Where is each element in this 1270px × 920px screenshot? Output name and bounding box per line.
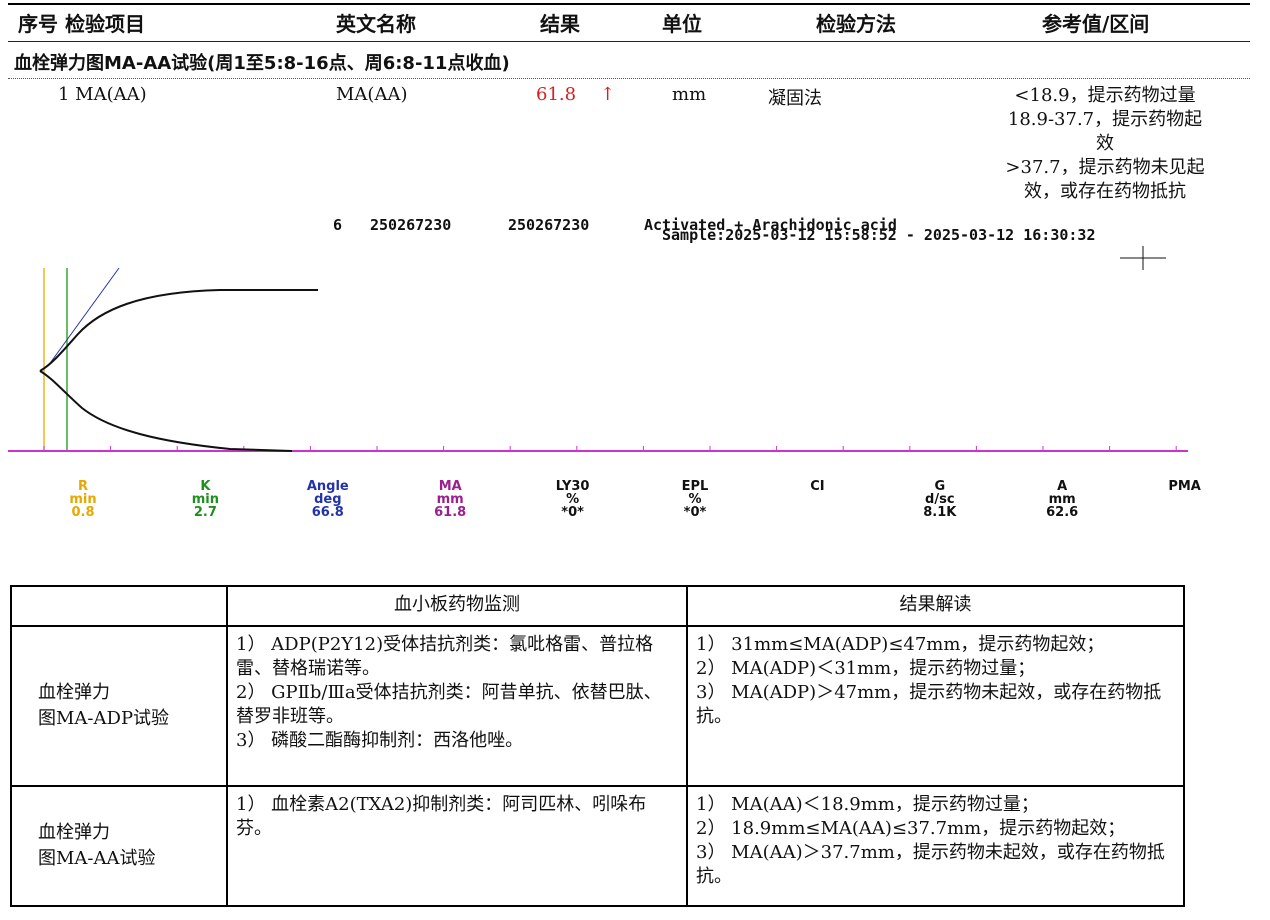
teg-upper-trace	[39, 289, 318, 372]
teg-tracing	[8, 246, 1188, 452]
teg-metric-value: 62.6	[1046, 505, 1079, 520]
reading-item: 3） MA(AA)＞37.7mm，提示药物未起效，或存在药物抵抗。	[696, 842, 1165, 887]
teg-channel: 6	[333, 216, 343, 234]
result-item: 1 MA(AA)	[58, 84, 147, 105]
table-header-reading: 结果解读	[686, 585, 1185, 627]
reading-item: 2） MA(ADP)＜31mm，提示药物过量；	[696, 658, 1036, 679]
reading-item: 1） 31mm≤MA(ADP)≤47mm，提示药物起效；	[696, 634, 1105, 655]
reference-line: <18.9，提示药物过量	[1014, 85, 1196, 106]
teg-metric-value: 2.7	[193, 505, 217, 520]
teg-metric-name: CI	[810, 479, 825, 494]
reference-line: 效	[1096, 133, 1114, 154]
teg-angle-tangent-line	[47, 267, 120, 367]
reading-item: 3） MA(ADP)＞47mm，提示药物未起效，或存在药物抵抗。	[696, 682, 1162, 727]
teg-id-2: 250267230	[508, 216, 590, 234]
header-method: 检验方法	[816, 12, 896, 36]
category-line: 血栓弹力	[38, 822, 110, 843]
reference-line: 18.9-37.7，提示药物起	[1007, 109, 1203, 130]
table-header-blank	[10, 585, 228, 627]
category-line: 图MA-ADP试验	[38, 708, 170, 729]
result-english-name: MA(AA)	[336, 84, 408, 105]
teg-metric-epl: EPL% *0*	[650, 480, 740, 519]
section-title: 血栓弹力图MA-AA试验(周1至5:8-16点、周6:8-11点收血)	[14, 53, 510, 74]
teg-metric-ma: MA mm 61.8	[405, 480, 495, 519]
table-row: 血栓弹力 图MA-AA试验 1） 血栓素A2(TXA2)抑制剂类：阿司匹林、吲哚…	[10, 785, 1185, 907]
header-result: 结果	[540, 12, 580, 36]
table-category-cell: 血栓弹力 图MA-AA试验	[10, 785, 228, 907]
result-method: 凝固法	[768, 88, 822, 109]
teg-metric-value: 61.8	[434, 505, 467, 520]
table-category-cell: 血栓弹力 图MA-ADP试验	[10, 625, 228, 787]
section-dotted-rule	[8, 78, 1250, 79]
top-rule	[8, 3, 1250, 5]
table-reading-cell: 1） 31mm≤MA(ADP)≤47mm，提示药物起效； 2） MA(ADP)＜…	[686, 625, 1185, 787]
header-english-name: 英文名称	[336, 12, 416, 36]
teg-metric-value: *0*	[561, 505, 584, 520]
teg-metric-g: Gd/sc 8.1K	[895, 480, 985, 519]
header-reference: 参考值/区间	[1042, 12, 1150, 36]
teg-metric-ly30: LY30% *0*	[528, 480, 618, 519]
teg-metric-value: 8.1K	[923, 505, 957, 520]
category-line: 血栓弹力	[38, 682, 110, 703]
reference-line: 效，或存在药物抵抗	[1024, 181, 1186, 202]
monitor-item: 1） ADP(P2Y12)受体拮抗剂类：氯吡格雷、普拉格雷、替格瑞诺等。	[236, 634, 654, 679]
table-monitor-cell: 1） 血栓素A2(TXA2)抑制剂类：阿司匹林、吲哚布芬。	[226, 785, 688, 907]
monitor-item: 2） GPⅡb/Ⅲa受体拮抗剂类：阿昔单抗、依替巴肽、替罗非班等。	[236, 682, 662, 727]
table-reading-cell: 1） MA(AA)＜18.9mm，提示药物过量； 2） 18.9mm≤MA(AA…	[686, 785, 1185, 907]
result-value: 61.8	[536, 84, 577, 105]
table-row: 血栓弹力 图MA-ADP试验 1） ADP(P2Y12)受体拮抗剂类：氯吡格雷、…	[10, 625, 1185, 787]
teg-metric-pma: PMA	[1140, 480, 1230, 493]
table-monitor-cell: 1） ADP(P2Y12)受体拮抗剂类：氯吡格雷、普拉格雷、替格瑞诺等。 2） …	[226, 625, 688, 787]
teg-metric-a: Amm 62.6	[1017, 480, 1107, 519]
header-index-item: 序号 检验项目	[18, 12, 145, 36]
result-reference-range: <18.9，提示药物过量 18.9-37.7，提示药物起 效 >37.7，提示药…	[970, 84, 1240, 204]
teg-lower-trace	[39, 370, 293, 452]
teg-metric-value: *0*	[683, 505, 707, 520]
table-header-monitor: 血小板药物监测	[226, 585, 688, 627]
category-line: 图MA-AA试验	[38, 848, 156, 869]
teg-metric-angle: Angle deg 66.8	[283, 480, 373, 519]
teg-metric-name: PMA	[1168, 479, 1201, 494]
teg-metric-ci: CI	[772, 480, 862, 493]
reference-line: >37.7，提示药物未见起	[1005, 157, 1205, 178]
monitor-item: 1） 血栓素A2(TXA2)抑制剂类：阿司匹林、吲哚布芬。	[236, 794, 647, 839]
table-header-row: 血小板药物监测 结果解读	[10, 585, 1185, 627]
header-rule	[8, 41, 1250, 42]
result-high-flag-icon: ↑	[600, 84, 616, 105]
teg-id-1: 250267230	[370, 216, 452, 234]
monitor-item: 3） 磷酸二酯酶抑制剂：西洛他唑。	[236, 730, 524, 751]
teg-metric-value: 66.8	[311, 505, 344, 520]
interpretation-table: 血小板药物监测 结果解读 血栓弹力 图MA-ADP试验 1） ADP(P2Y12…	[10, 585, 1185, 907]
reading-item: 1） MA(AA)＜18.9mm，提示药物过量；	[696, 794, 1039, 815]
reading-item: 2） 18.9mm≤MA(AA)≤37.7mm，提示药物起效；	[696, 818, 1126, 839]
result-unit: mm	[672, 84, 707, 105]
header-unit: 单位	[662, 12, 702, 36]
teg-metric-r: Rmin 0.8	[38, 480, 128, 519]
teg-metric-value: 0.8	[71, 505, 95, 520]
teg-metric-k: Kmin 2.7	[160, 480, 250, 519]
